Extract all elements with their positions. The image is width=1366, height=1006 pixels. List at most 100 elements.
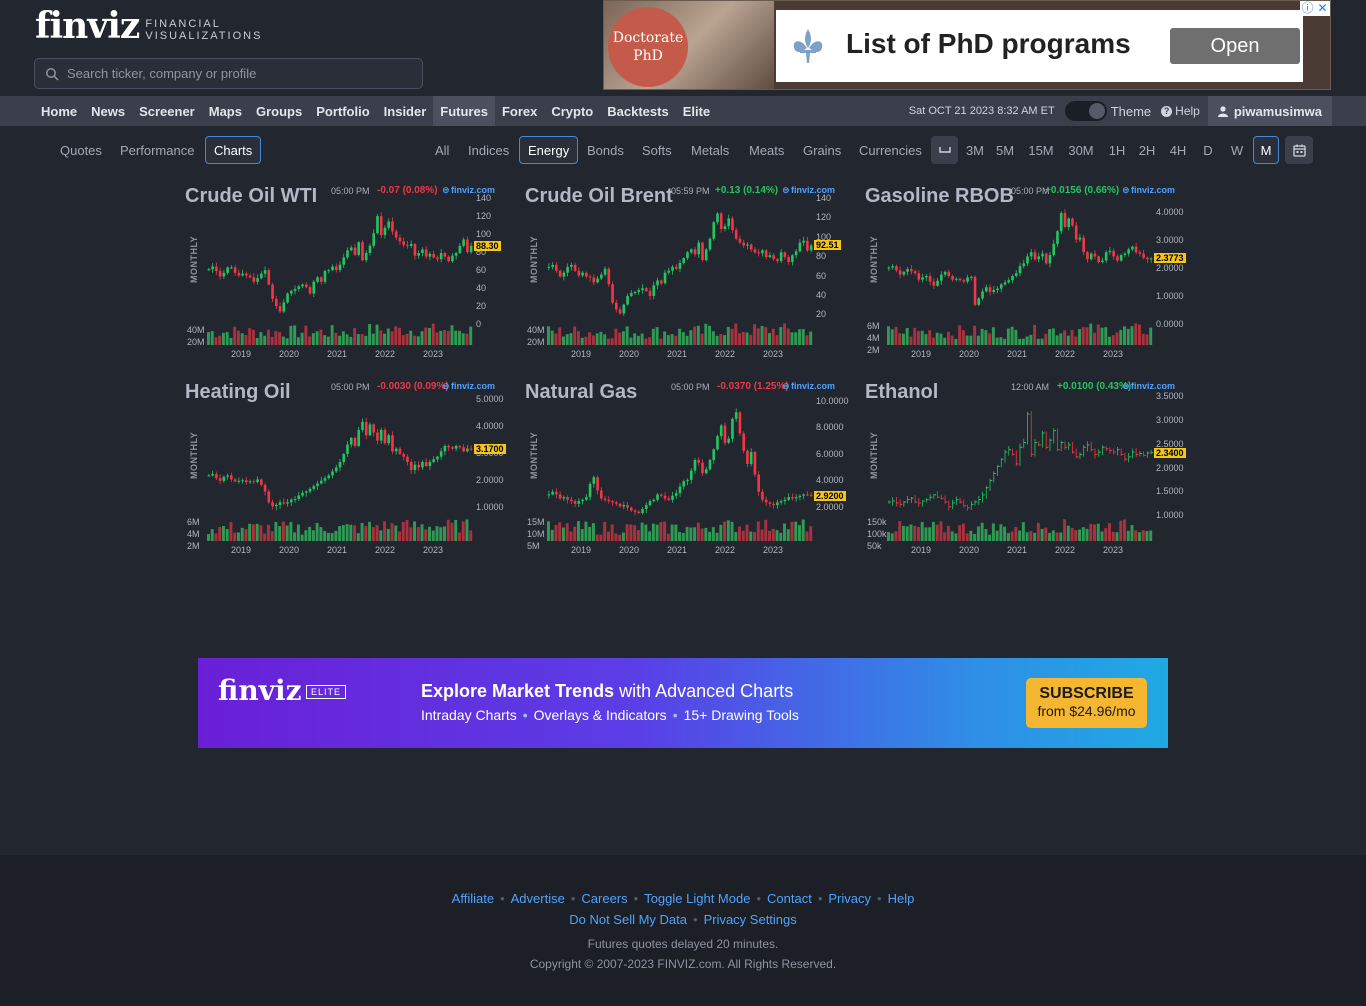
subscribe-button[interactable]: SUBSCRIBE from $24.96/mo [1026,678,1147,728]
tab-performance[interactable]: Performance [112,136,202,164]
volume-bar [798,329,801,345]
finviz-logo[interactable]: finviz FINANCIAL VISUALIZATIONS [35,8,262,44]
group-grains[interactable]: Grains [795,136,849,164]
timeframe-30m[interactable]: 30M [1063,136,1099,164]
volume-bar [413,335,417,345]
volume-bar [443,526,446,541]
ad-banner-top[interactable]: Doctorate PhD List of PhD programs Open ⓘ… [603,0,1331,90]
nav-right: Sat OCT 21 2023 8:32 AM ET Theme ? Help … [909,96,1332,126]
footer-link-toggle-light-mode[interactable]: Toggle Light Mode [644,891,750,906]
footer-link-careers[interactable]: Careers [581,891,627,906]
price-candle [996,288,999,290]
volume-bar [1104,528,1108,541]
volume-bar [218,526,222,541]
group-energy[interactable]: Energy [519,136,579,164]
timeframe-weekly[interactable]: W [1226,136,1248,164]
volume-bar [1029,531,1033,541]
futures-chart-crude-oil-brent[interactable]: Crude Oil Brent 05:59 PM +0.13 (0.14%) finv… [525,185,855,365]
nav-portfolio[interactable]: Portfolio [309,96,376,126]
volume-bar [1048,329,1052,345]
search-input[interactable] [67,66,407,81]
volume-bar [345,524,349,541]
nav-home[interactable]: Home [34,96,84,126]
theme-toggle[interactable]: Theme [1064,101,1151,121]
footer-link-advertise[interactable]: Advertise [511,891,565,906]
timeframe-1h[interactable]: 1H [1104,136,1130,164]
timeframe-2h[interactable]: 2H [1134,136,1160,164]
group-softs[interactable]: Softs [634,136,680,164]
ad-info-icon[interactable]: ⓘ [1300,1,1315,16]
volume-bar [1025,336,1029,345]
timeframe-daily[interactable]: D [1197,136,1219,164]
footer-link-affiliate[interactable]: Affiliate [452,891,494,906]
volume-bar [700,528,704,541]
price-candle [600,490,603,499]
group-metals[interactable]: Metals [683,136,737,164]
price-candle [1097,256,1100,262]
price-candle [462,447,465,452]
ad-close-icon[interactable]: ✕ [1315,1,1330,16]
nav-groups[interactable]: Groups [249,96,309,126]
footer-link-privacy[interactable]: Privacy [828,891,871,906]
price-candle [753,249,757,253]
y-axis-tick: 10.0000 [816,395,849,406]
nav-screener[interactable]: Screener [132,96,202,126]
nav-elite[interactable]: Elite [676,96,717,126]
timeframe-15m[interactable]: 15M [1024,136,1058,164]
date-range-button[interactable] [1285,136,1313,164]
ad-photo: Doctorate PhD [604,1,774,89]
futures-chart-ethanol[interactable]: Ethanol 12:00 AM +0.0100 (0.43%) finviz.com… [865,381,1195,561]
user-menu[interactable]: piwamusimwa [1207,96,1332,126]
price-candle [215,474,218,479]
nav-insider[interactable]: Insider [377,96,434,126]
volume-bar [278,332,282,345]
footer-link-contact[interactable]: Contact [767,891,812,906]
nav-crypto[interactable]: Crypto [544,96,600,126]
theme-switch[interactable] [1064,101,1107,121]
banner-feature: 15+ Drawing Tools [683,707,799,723]
timeframe-scroll-left[interactable] [931,136,958,164]
volume-bar [715,335,719,345]
search-box[interactable] [34,58,423,89]
group-meats[interactable]: Meats [741,136,792,164]
timeframe-monthly[interactable]: M [1253,136,1279,164]
group-indices[interactable]: Indices [460,136,517,164]
nav-futures[interactable]: Futures [433,96,495,126]
futures-chart-crude-oil-wti[interactable]: Crude Oil WTI 05:00 PM -0.07 (0.08%) finviz… [185,185,515,365]
price-candle [806,240,809,251]
volume-bar [603,334,607,345]
group-bonds[interactable]: Bonds [579,136,632,164]
nav-backtests[interactable]: Backtests [600,96,675,126]
futures-chart-gasoline-rbob[interactable]: Gasoline RBOB 05:00 PM +0.0156 (0.66%) finv… [865,185,1195,365]
price-candle [607,268,611,285]
footer-link-do-not-sell-my-data[interactable]: Do Not Sell My Data [569,912,687,927]
timeframe-4h[interactable]: 4H [1165,136,1191,164]
price-candle [566,266,569,273]
footer-link-privacy-settings[interactable]: Privacy Settings [704,912,797,927]
price-candle [577,501,581,504]
timeframe-5m[interactable]: 5M [990,136,1020,164]
nav-forex[interactable]: Forex [495,96,544,126]
tab-charts[interactable]: Charts [205,136,262,164]
price-candle [932,281,936,286]
futures-chart-heating-oil[interactable]: Heating Oil 05:00 PM -0.0030 (0.09%) finviz… [185,381,515,561]
price-candle [693,249,697,255]
tab-quotes[interactable]: Quotes [52,136,110,164]
futures-chart-natural-gas[interactable]: Natural Gas 05:00 PM -0.0370 (1.25%) finviz… [525,381,855,561]
nav-news[interactable]: News [84,96,132,126]
elite-promo-banner[interactable]: finviz ELITE Explore Market Trends with … [198,658,1168,748]
group-currencies[interactable]: Currencies [851,136,930,164]
timeframe-3m-partial[interactable]: 3M [962,136,984,164]
volume-bar [390,523,394,541]
ad-open-button[interactable]: Open [1170,28,1300,64]
price-candle [353,437,357,446]
volume-bar [469,530,473,541]
footer-link-help[interactable]: Help [888,891,915,906]
group-all[interactable]: All [427,136,457,164]
nav-maps[interactable]: Maps [202,96,249,126]
price-candle [734,230,738,239]
help-link[interactable]: ? Help [1161,104,1200,118]
volume-bar [1134,530,1138,541]
price-candle [245,273,248,276]
ad-card[interactable]: List of PhD programs Open [776,10,1303,82]
